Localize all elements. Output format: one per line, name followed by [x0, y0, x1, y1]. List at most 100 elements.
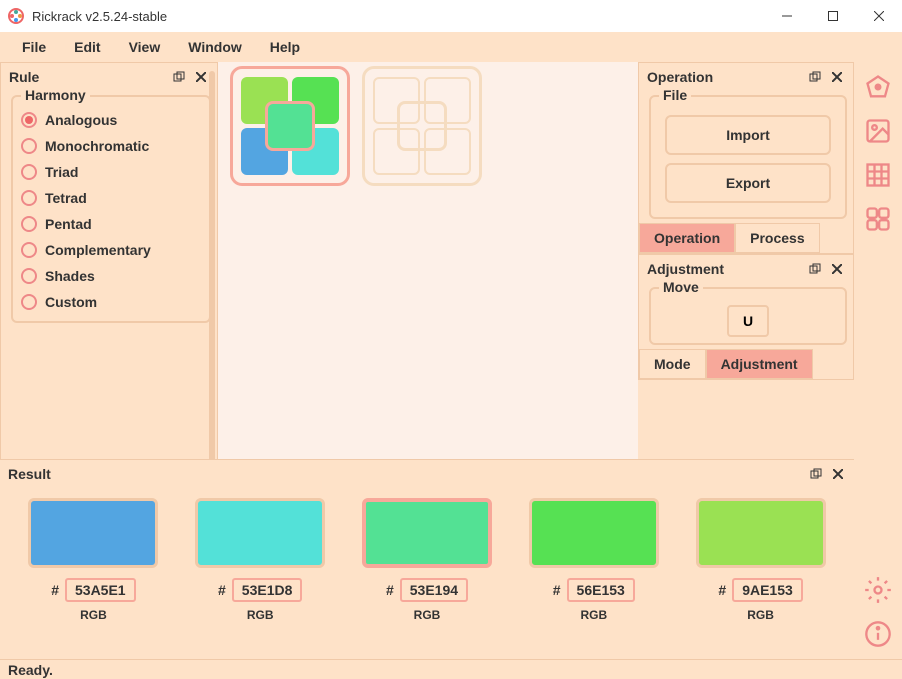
hex-value[interactable]: 9AE153: [732, 578, 803, 602]
shape-tool-icon[interactable]: [861, 70, 895, 104]
close-panel-icon[interactable]: [829, 69, 845, 85]
radio-icon: [21, 164, 37, 180]
tab-process[interactable]: Process: [735, 223, 819, 253]
rgb-label: RGB: [247, 608, 274, 622]
result-swatch[interactable]: #53E194 RGB: [354, 498, 501, 622]
main-area: Rule Harmony Analogous Monochromatic Triad…: [0, 62, 902, 659]
result-row: #53A5E1RGB#53E1D8RGB#53E194RGB#56E153RGB…: [0, 488, 854, 632]
hash-label: #: [218, 582, 226, 598]
close-panel-icon[interactable]: [830, 466, 846, 482]
image-tool-icon[interactable]: [861, 114, 895, 148]
move-group: Move U: [649, 287, 847, 345]
menubar: File Edit View Window Help: [0, 32, 902, 62]
swatch-color[interactable]: [696, 498, 826, 568]
rule-panel-title: Rule: [9, 69, 165, 85]
radio-label: Triad: [45, 164, 78, 180]
hex-value[interactable]: 53A5E1: [65, 578, 136, 602]
radio-icon: [21, 138, 37, 154]
swatch-color[interactable]: [362, 498, 492, 568]
detach-icon[interactable]: [171, 69, 187, 85]
move-legend: Move: [659, 279, 703, 295]
swatch-color[interactable]: [529, 498, 659, 568]
radio-label: Pentad: [45, 216, 92, 232]
menu-edit[interactable]: Edit: [60, 35, 114, 59]
hex-value[interactable]: 53E194: [400, 578, 468, 602]
file-legend: File: [659, 87, 691, 103]
hex-row: #53E1D8: [218, 578, 302, 602]
harmony-option-pentad[interactable]: Pentad: [19, 211, 203, 237]
close-panel-icon[interactable]: [829, 261, 845, 277]
settings-icon[interactable]: [861, 573, 895, 607]
right-toolbar: [854, 62, 902, 659]
hex-value[interactable]: 53E1D8: [232, 578, 303, 602]
hex-row: #53A5E1: [51, 578, 135, 602]
operation-panel: Operation File Import Export Operation P…: [638, 62, 854, 254]
operation-tabs: Operation Process: [639, 223, 853, 253]
radio-label: Analogous: [45, 112, 117, 128]
harmony-option-monochromatic[interactable]: Monochromatic: [19, 133, 203, 159]
harmony-group: Harmony AnalogousMonochromaticTriadTetra…: [11, 95, 211, 323]
adjustment-title: Adjustment: [647, 261, 801, 277]
hash-label: #: [51, 582, 59, 598]
harmony-option-tetrad[interactable]: Tetrad: [19, 185, 203, 211]
radio-label: Shades: [45, 268, 95, 284]
hash-label: #: [386, 582, 394, 598]
harmony-legend: Harmony: [21, 87, 90, 103]
rgb-label: RGB: [414, 608, 441, 622]
result-panel: Result #53A5E1RGB#53E1D8RGB#53E194RGB#56…: [0, 459, 854, 659]
close-button[interactable]: [856, 0, 902, 32]
result-swatch[interactable]: #53A5E1RGB: [20, 498, 167, 622]
radio-label: Monochromatic: [45, 138, 149, 154]
harmony-option-complementary[interactable]: Complementary: [19, 237, 203, 263]
tab-operation[interactable]: Operation: [639, 223, 735, 253]
result-title: Result: [8, 466, 802, 482]
menu-help[interactable]: Help: [256, 35, 314, 59]
info-icon[interactable]: [861, 617, 895, 651]
ghost-swatch-center: [397, 101, 447, 151]
palette-tile-ghost[interactable]: [362, 66, 482, 186]
result-swatch[interactable]: #9AE153RGB: [687, 498, 834, 622]
harmony-option-custom[interactable]: Custom: [19, 289, 203, 315]
swatch-color[interactable]: [195, 498, 325, 568]
titlebar: Rickrack v2.5.24-stable: [0, 0, 902, 32]
import-button[interactable]: Import: [665, 115, 831, 155]
radio-icon: [21, 294, 37, 310]
result-swatch[interactable]: #56E153 RGB: [520, 498, 667, 622]
hex-value[interactable]: 56E153: [567, 578, 635, 602]
board-tool-icon[interactable]: [861, 202, 895, 236]
rgb-label: RGB: [580, 608, 607, 622]
radio-icon: [21, 216, 37, 232]
app-logo-icon: [8, 8, 24, 24]
detach-icon[interactable]: [808, 466, 824, 482]
tab-mode[interactable]: Mode: [639, 349, 706, 379]
harmony-option-triad[interactable]: Triad: [19, 159, 203, 185]
status-text: Ready.: [8, 662, 53, 678]
radio-icon: [21, 190, 37, 206]
window-title: Rickrack v2.5.24-stable: [32, 9, 764, 24]
detach-icon[interactable]: [807, 261, 823, 277]
grid-tool-icon[interactable]: [861, 158, 895, 192]
hash-label: #: [718, 582, 726, 598]
radio-label: Custom: [45, 294, 97, 310]
hash-label: #: [553, 582, 561, 598]
close-panel-icon[interactable]: [193, 69, 209, 85]
tab-adjustment[interactable]: Adjustment: [706, 349, 813, 379]
maximize-button[interactable]: [810, 0, 856, 32]
swatch-center[interactable]: [265, 101, 315, 151]
swatch-color[interactable]: [28, 498, 158, 568]
menu-view[interactable]: View: [115, 35, 175, 59]
harmony-option-shades[interactable]: Shades: [19, 263, 203, 289]
move-up-button[interactable]: U: [727, 305, 769, 337]
radio-icon: [21, 242, 37, 258]
menu-window[interactable]: Window: [174, 35, 256, 59]
export-button[interactable]: Export: [665, 163, 831, 203]
harmony-option-analogous[interactable]: Analogous: [19, 107, 203, 133]
adjustment-tabs: Mode Adjustment: [639, 349, 853, 379]
radio-label: Tetrad: [45, 190, 87, 206]
detach-icon[interactable]: [807, 69, 823, 85]
result-swatch[interactable]: #53E1D8 RGB: [187, 498, 334, 622]
palette-tile-active[interactable]: [230, 66, 350, 186]
minimize-button[interactable]: [764, 0, 810, 32]
operation-title: Operation: [647, 69, 801, 85]
menu-file[interactable]: File: [8, 35, 60, 59]
